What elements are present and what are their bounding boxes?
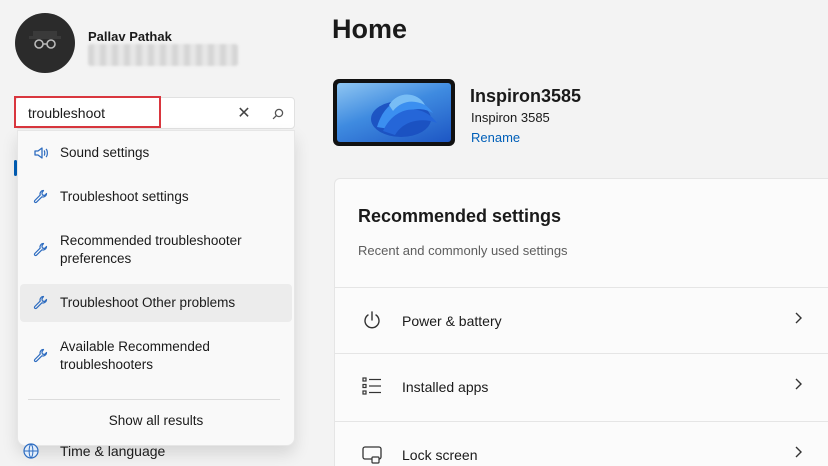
search-icon[interactable] [270,106,286,122]
search-result-label: Troubleshoot settings [60,189,189,204]
setting-row-label: Lock screen [402,447,478,463]
wallpaper-image [337,83,451,142]
page-title: Home [332,14,408,44]
show-all-results-button[interactable]: Show all results [18,413,294,428]
setting-row-label: Power & battery [402,313,502,329]
device-model: Inspiron 3585 [471,110,550,125]
user-avatar[interactable] [15,13,75,73]
search-result-recommended-troubleshooter-preferences[interactable]: Recommended troubleshooter preferences [20,223,292,277]
settings-search-box[interactable]: ✕ [15,97,295,129]
device-name: Inspiron3585 [470,86,582,106]
search-result-label: Recommended troubleshooter preferences [60,233,242,266]
search-result-label: Available Recommended troubleshooters [60,339,210,372]
user-name: Pallav Pathak [88,29,172,44]
setting-row-lock-screen[interactable]: Lock screen [334,422,828,466]
device-thumbnail [333,79,455,146]
wrench-icon [33,189,48,204]
apps-list-icon [362,377,381,395]
recommended-settings-subtitle: Recent and commonly used settings [358,243,568,258]
avatar-glasses-icon [29,31,61,49]
search-input[interactable] [16,98,216,128]
sidebar-item-label: Time & language [60,443,166,459]
wrench-icon [33,242,48,257]
wrench-icon [33,348,48,363]
sidebar-item-time-language[interactable]: Time & language [22,440,165,462]
speaker-icon [34,147,48,159]
windows-bloom-wallpaper [371,94,437,137]
setting-row-power-battery[interactable]: Power & battery [334,288,828,354]
dropdown-divider [28,399,280,400]
chevron-right-icon [795,312,802,324]
chevron-right-icon [795,446,802,458]
search-result-available-recommended-troubleshooters[interactable]: Available Recommended troubleshooters [20,329,292,383]
user-email-redacted [88,44,238,66]
power-icon [364,311,380,329]
wrench-icon [33,295,48,310]
search-result-sound-settings[interactable]: Sound settings [20,135,292,171]
close-icon[interactable]: ✕ [234,104,254,124]
recommended-settings-card [334,178,828,288]
search-result-troubleshoot-settings[interactable]: Troubleshoot settings [20,179,292,215]
search-result-label: Sound settings [60,145,150,160]
setting-row-label: Installed apps [402,379,489,395]
recommended-settings-title: Recommended settings [358,206,562,226]
search-suggestions-dropdown: Sound settings Troubleshoot settings Rec… [17,130,295,446]
search-result-label: Troubleshoot Other problems [60,295,236,310]
settings-sidebar: Pallav Pathak ✕ Sound settings Troublesh… [0,0,318,466]
rename-link[interactable]: Rename [471,130,520,145]
globe-clock-icon [23,443,39,459]
setting-row-installed-apps[interactable]: Installed apps [334,354,828,422]
lock-screen-icon [362,446,382,464]
chevron-right-icon [795,378,802,390]
search-result-troubleshoot-other-problems[interactable]: Troubleshoot Other problems [20,284,292,322]
